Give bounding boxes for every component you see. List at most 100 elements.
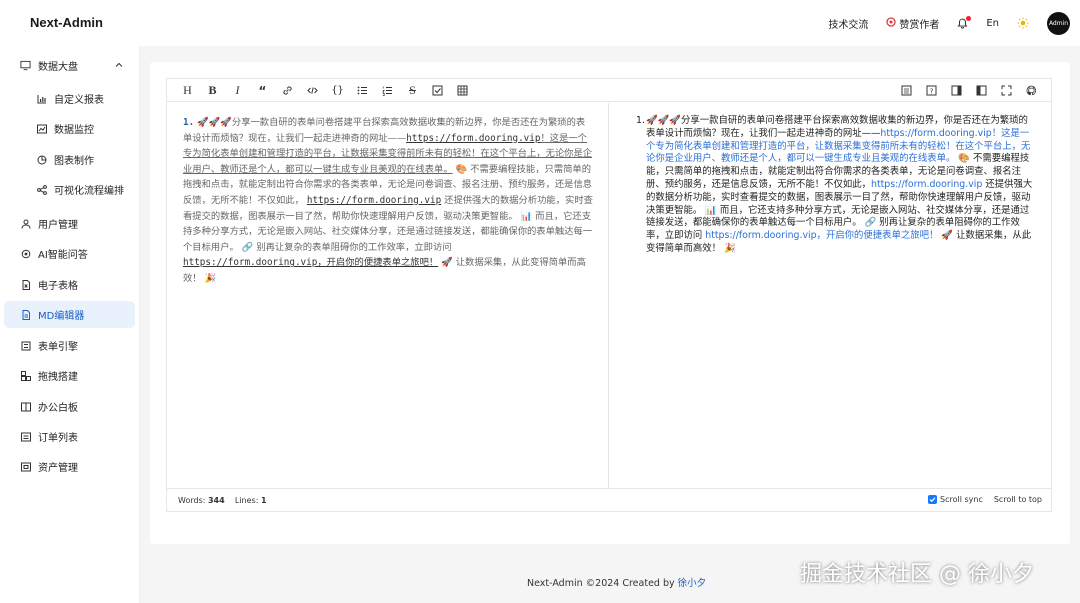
header-actions: 技术交流 赞赏作者 En Admin — [828, 0, 1070, 46]
party-emoji: 🎉 — [204, 272, 217, 284]
word-line-count: Words: 344 Lines: 1 — [178, 496, 267, 505]
flow-icon — [36, 184, 47, 195]
pie-chart-icon — [36, 154, 47, 165]
scroll-sync-checkbox[interactable] — [928, 495, 937, 504]
preview-only-icon[interactable] — [950, 84, 963, 97]
markdown-icon — [20, 309, 31, 320]
footer-author-link[interactable]: 徐小夕 — [678, 578, 707, 589]
sidebar-item-custom-report[interactable]: 自定义报表 — [4, 85, 135, 112]
sidebar-item-ai-qa[interactable]: AI智能问答 — [4, 240, 135, 267]
sun-icon[interactable] — [1017, 17, 1029, 29]
markdown-source-pane[interactable]: 1. 🚀🚀🚀分享一款自研的表单问卷搭建平台探索高效数据收集的新边界，你是否还在为… — [167, 103, 609, 488]
preview-link-2[interactable]: https://form.dooring.vip — [871, 179, 982, 190]
user-avatar[interactable]: Admin — [1047, 11, 1070, 35]
chart-emoji: 📊 — [520, 210, 533, 222]
source-url-2: https://form.dooring.vip — [306, 194, 442, 206]
order-icon — [20, 431, 31, 442]
sidebar-item-whiteboard[interactable]: 办公白板 — [4, 393, 135, 420]
sponsor-link[interactable]: 赞赏作者 — [886, 16, 939, 31]
notification-dot — [966, 15, 972, 21]
github-icon[interactable] — [1025, 84, 1038, 97]
line-count: 1 — [260, 496, 267, 505]
sidebar-item-md-editor[interactable]: MD编辑器 — [4, 301, 135, 328]
sidebar-item-data-monitor[interactable]: 数据监控 — [4, 115, 135, 142]
scroll-sync-label[interactable]: Scroll sync — [940, 495, 983, 504]
sidebar-item-drag-build[interactable]: 拖拽搭建 — [4, 362, 135, 389]
robot-icon — [20, 248, 31, 259]
ordered-list-icon[interactable] — [381, 84, 394, 97]
rocket-emoji: 🚀 — [941, 230, 954, 242]
italic-icon[interactable]: I — [231, 83, 244, 97]
markdown-editor: H B I “ {} S ? 1. 🚀🚀🚀分享一款自研的表单问卷搭建平台探索高效… — [166, 78, 1052, 512]
tech-exchange-link[interactable]: 技术交流 — [828, 16, 868, 31]
sidebar-item-users[interactable]: 用户管理 — [4, 210, 135, 237]
preview-link-3[interactable]: https://form.dooring.vip，开启你的便捷表单之旅吧！ — [705, 230, 938, 241]
sidebar-item-chart-builder[interactable]: 图表制作 — [4, 146, 135, 173]
whiteboard-icon — [20, 401, 31, 412]
svg-text:?: ? — [930, 87, 934, 95]
language-toggle[interactable]: En — [986, 18, 999, 29]
editor-toolbar: H B I “ {} S ? — [167, 79, 1051, 102]
user-icon — [20, 218, 31, 229]
rocket-emoji: 🚀 — [441, 257, 453, 269]
link-icon[interactable] — [281, 84, 294, 97]
sidebar-item-label: 自定义报表 — [54, 95, 104, 106]
sidebar-item-label: 资产管理 — [38, 463, 78, 474]
markdown-source-text[interactable]: 1. 🚀🚀🚀分享一款自研的表单问卷搭建平台探索高效数据收集的新边界，你是否还在为… — [183, 115, 593, 287]
palette-emoji: 🎨 — [455, 163, 468, 175]
asset-icon — [20, 461, 31, 472]
notification-bell-icon[interactable] — [957, 15, 972, 29]
sidebar-item-label: MD编辑器 — [38, 311, 85, 322]
list-number: 1. — [183, 117, 195, 128]
editor-statusbar: Words: 344 Lines: 1 Scroll sync Scroll t… — [167, 488, 1051, 511]
lines-label: Lines: — [234, 496, 259, 505]
strikethrough-icon[interactable]: S — [406, 83, 419, 97]
sidebar-item-assets[interactable]: 资产管理 — [4, 453, 135, 480]
sidebar-item-spreadsheet[interactable]: 电子表格 — [4, 271, 135, 298]
write-only-icon[interactable] — [975, 84, 988, 97]
file-excel-icon — [20, 279, 31, 290]
drag-icon — [20, 370, 31, 381]
party-emoji: 🎉 — [724, 242, 736, 254]
checkbox-icon[interactable] — [431, 84, 444, 97]
quote-icon[interactable]: “ — [256, 84, 269, 98]
scroll-to-top-button[interactable]: Scroll to top — [994, 495, 1042, 504]
monitor-icon — [20, 60, 31, 71]
sidebar-item-label: 数据大盘 — [38, 62, 78, 73]
code-icon[interactable] — [306, 84, 319, 97]
word-count: 344 — [207, 496, 225, 505]
toc-icon[interactable] — [900, 84, 913, 97]
sidebar-item-dashboard[interactable]: 数据大盘 — [4, 52, 135, 79]
markdown-preview-pane: 1. 🚀🚀🚀分享一款自研的表单问卷搭建平台探索高效数据收集的新边界，你是否还在为… — [610, 103, 1051, 488]
unordered-list-icon[interactable] — [356, 84, 369, 97]
watermark: 掘金技术社区 @ 徐小夕 — [800, 562, 1034, 587]
sidebar-item-label: 用户管理 — [38, 220, 78, 231]
bold-icon[interactable]: B — [206, 83, 219, 97]
heading-icon[interactable]: H — [181, 83, 194, 97]
rocket-emoji: 🚀🚀🚀 — [197, 117, 232, 128]
source-url-3: https://form.dooring.vip，开启你的便捷表单之旅吧！ — [183, 257, 439, 269]
sidebar-item-flow-orchestration[interactable]: 可视化流程编排 — [4, 176, 135, 203]
sidebar: 数据大盘 自定义报表 数据监控 图表制作 可视化流程编排 用户管理 AI智能问答… — [0, 46, 140, 603]
words-label: Words: — [178, 496, 206, 505]
sidebar-item-label: 表单引擎 — [38, 342, 78, 353]
code-block-icon[interactable]: {} — [331, 84, 344, 97]
fullscreen-icon[interactable] — [1000, 84, 1013, 97]
sidebar-item-orders[interactable]: 订单列表 — [4, 423, 135, 450]
help-icon[interactable]: ? — [925, 84, 938, 97]
table-icon[interactable] — [456, 84, 469, 97]
source-url-1: https://form.dooring.vip — [406, 132, 541, 144]
app-logo[interactable]: Next-Admin — [30, 15, 103, 30]
top-header: Next-Admin 技术交流 赞赏作者 En Admin — [0, 0, 1080, 46]
link-emoji: 🔗 — [241, 241, 254, 253]
sidebar-item-label: 图表制作 — [54, 156, 94, 167]
chevron-up-icon[interactable] — [115, 61, 123, 72]
rocket-emoji: 🚀🚀🚀 — [646, 115, 682, 126]
bar-chart-icon — [36, 93, 47, 104]
sidebar-item-label: 办公白板 — [38, 403, 78, 414]
sidebar-item-label: 拖拽搭建 — [38, 372, 78, 383]
page-footer: Next-Admin ©2024 Created by 徐小夕 — [527, 575, 706, 589]
reward-icon — [886, 16, 896, 30]
sidebar-item-form-engine[interactable]: 表单引擎 — [4, 332, 135, 359]
line-chart-icon — [36, 123, 47, 134]
